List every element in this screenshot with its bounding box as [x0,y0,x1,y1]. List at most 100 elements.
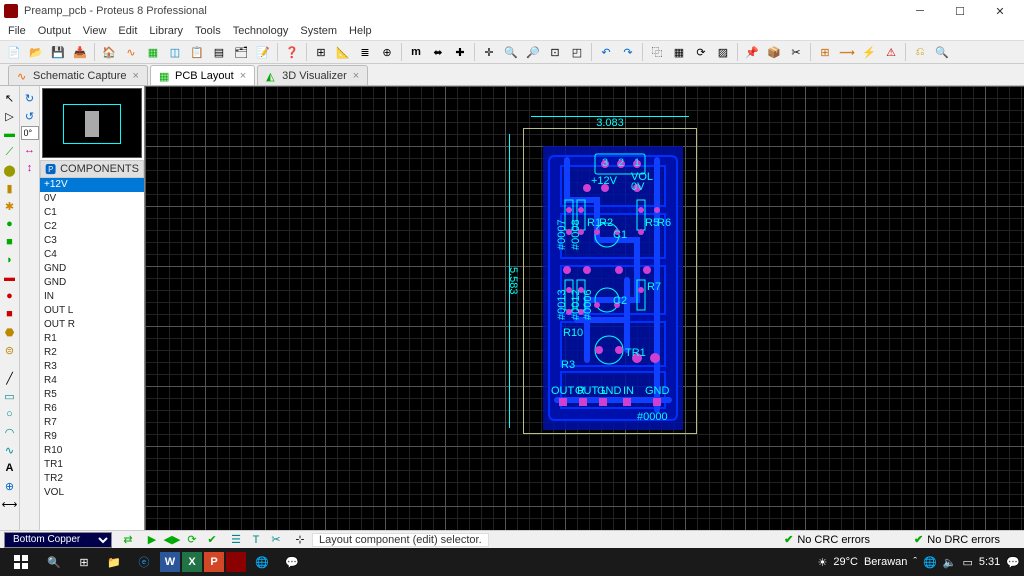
redo-icon[interactable]: ↷ [618,42,638,62]
zoom-area-icon[interactable]: ◰ [567,42,587,62]
explorer-icon[interactable]: 📁 [100,550,128,574]
schematic-icon[interactable]: ∿ [121,42,141,62]
proteus-taskbar-icon[interactable] [226,552,246,572]
cut-icon[interactable]: ✂ [268,532,284,548]
rotate-cw-icon[interactable]: ↺ [22,108,38,124]
tab-3d-visualizer[interactable]: ◭ 3D Visualizer × [257,65,368,85]
component-item[interactable]: +12V [40,178,144,192]
rotate-ccw-icon[interactable]: ↻ [22,90,38,106]
search-icon[interactable]: 🔍 [932,42,952,62]
block-delete-icon[interactable]: ▨ [713,42,733,62]
menu-help[interactable]: Help [349,25,372,37]
mirror-v-icon[interactable]: ↕ [22,160,38,176]
design-explorer-icon[interactable]: 🗂 [231,42,251,62]
ratsnest-icon[interactable]: ✱ [2,198,18,214]
powerpoint-icon[interactable]: P [204,552,224,572]
maximize-button[interactable]: ☐ [940,0,980,22]
track-icon[interactable]: ⟋ [2,144,18,160]
toggle-grid-icon[interactable]: ⊞ [311,42,331,62]
pick-parts-icon[interactable]: 🅿 [45,161,56,177]
notes-icon[interactable]: 📝 [253,42,273,62]
whatsapp-icon[interactable]: 💬 [278,550,306,574]
edge-icon[interactable]: ⓔ [130,550,158,574]
dimension-icon[interactable]: ⟷ [2,496,18,512]
angle-input[interactable] [21,126,39,140]
component-item[interactable]: C1 [40,206,144,220]
close-tab-icon[interactable]: × [240,70,246,82]
open-icon[interactable]: 📂 [26,42,46,62]
pcb-icon[interactable]: ▦ [143,42,163,62]
mirror-h-icon[interactable]: ↔ [22,142,38,158]
import-icon[interactable]: 📥 [70,42,90,62]
symbol-icon[interactable]: ⊕ [2,478,18,494]
padstack-icon[interactable]: ⊜ [2,342,18,358]
smt-round-icon[interactable]: ● [2,288,18,304]
drc-icon[interactable]: ⚠ [881,42,901,62]
component-item[interactable]: IN [40,290,144,304]
square-pad-icon[interactable]: ■ [2,234,18,250]
close-button[interactable]: ✕ [980,0,1020,22]
layers-icon[interactable]: ≣ [355,42,375,62]
task-view-icon[interactable]: ⊞ [70,550,98,574]
menu-view[interactable]: View [83,25,107,37]
start-button[interactable] [4,550,38,574]
block-copy-icon[interactable]: ⿻ [647,42,667,62]
component-item[interactable]: R1 [40,332,144,346]
component-item[interactable]: R6 [40,402,144,416]
box-icon[interactable]: ▭ [2,388,18,404]
route-flip-icon[interactable]: ⇄ [120,532,136,548]
complete-icon[interactable]: ✔ [204,532,220,548]
menu-edit[interactable]: Edit [118,25,137,37]
notifications-icon[interactable]: 💬 [1006,556,1020,569]
tray-chevron-icon[interactable]: ˆ [913,556,917,568]
battery-icon[interactable]: ▭ [962,556,972,569]
menu-output[interactable]: Output [38,25,71,37]
component-item[interactable]: GND [40,276,144,290]
path-icon[interactable]: ∿ [2,442,18,458]
ruler-icon[interactable]: 📐 [333,42,353,62]
live-netlist-icon[interactable]: ▶ [144,532,160,548]
origin-icon[interactable]: ⊕ [377,42,397,62]
gerber-icon[interactable]: ▤ [209,42,229,62]
component-item[interactable]: C2 [40,220,144,234]
menu-tools[interactable]: Tools [195,25,221,37]
zoom-all-icon[interactable]: ⊡ [545,42,565,62]
home-icon[interactable]: 🏠 [99,42,119,62]
volume-icon[interactable]: 🔈 [943,556,957,569]
close-tab-icon[interactable]: × [353,70,359,82]
line-icon[interactable]: ╱ [2,370,18,386]
text-icon[interactable]: A [2,460,18,476]
smt-poly-icon[interactable]: ⬣ [2,324,18,340]
network-icon[interactable]: 🌐 [923,556,937,569]
coord-icon[interactable]: ✚ [450,42,470,62]
arc-icon[interactable]: ◠ [2,424,18,440]
search-taskbar-icon[interactable]: 🔍 [40,550,68,574]
component-item[interactable]: VOL [40,486,144,500]
component-item[interactable]: OUT L [40,304,144,318]
component-item[interactable]: R10 [40,444,144,458]
snap-icon[interactable]: ⬌ [428,42,448,62]
autoplace-icon[interactable]: ⊞ [815,42,835,62]
selection-filter-icon[interactable]: ☰ [228,532,244,548]
component-item[interactable]: R4 [40,374,144,388]
via-icon[interactable]: ⬤ [2,162,18,178]
components-list[interactable]: +12V0VC1C2C3C4GNDGNDINOUT LOUT RR1R2R3R4… [40,178,144,530]
zone-icon[interactable]: ▮ [2,180,18,196]
component-icon[interactable]: ▷ [2,108,18,124]
chrome-icon[interactable]: 🌐 [248,550,276,574]
clock[interactable]: 5:31 [979,556,1000,568]
filter-icon[interactable]: ⎌ [910,42,930,62]
block-move-icon[interactable]: ▦ [669,42,689,62]
overview-preview[interactable] [42,88,142,158]
zoom-center-icon[interactable]: ✛ [479,42,499,62]
round-pad-icon[interactable]: ● [2,216,18,232]
package-mode-icon[interactable]: ▬ [2,126,18,142]
component-item[interactable]: C3 [40,234,144,248]
save-icon[interactable]: 💾 [48,42,68,62]
menu-system[interactable]: System [300,25,337,37]
selection-icon[interactable]: ↖ [2,90,18,106]
layer-selector[interactable]: Bottom Copper [4,532,112,548]
pick-icon[interactable]: 📌 [742,42,762,62]
new-icon[interactable]: 📄 [4,42,24,62]
component-item[interactable]: TR1 [40,458,144,472]
